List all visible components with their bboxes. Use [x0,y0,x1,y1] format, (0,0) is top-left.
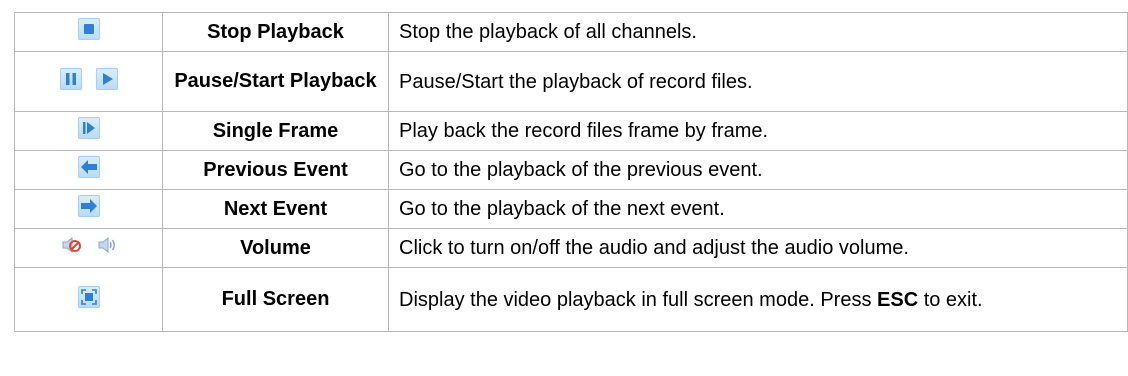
pause-icon[interactable] [59,67,82,90]
description-text: to exit. [918,288,983,311]
icon-cell [14,51,163,112]
next-event-icon[interactable] [77,195,100,217]
control-description: Display the video playback in full scree… [388,267,1128,332]
icon-cell [14,189,163,229]
icon-cell [14,111,163,151]
control-name: Previous Event [162,150,389,190]
icon-cell [14,150,163,190]
control-name: Full Screen [162,267,389,332]
table-row: Pause/Start Playback Pause/Start the pla… [14,51,1128,112]
table-row: Stop Playback Stop the playback of all c… [14,12,1128,52]
stop-icon[interactable] [77,18,100,40]
table-row: Single Frame Play back the record files … [14,111,1128,151]
table-row: Full Screen Display the video playback i… [14,267,1128,332]
control-name: Pause/Start Playback [162,51,389,112]
esc-key-label: ESC [877,288,919,311]
single-frame-icon[interactable] [77,117,100,139]
icon-cell [14,12,163,52]
control-description: Pause/Start the playback of record files… [388,51,1128,112]
description-text: Display the video playback in full scree… [399,288,878,311]
control-name: Next Event [162,189,389,229]
control-name: Single Frame [162,111,389,151]
control-description: Click to turn on/off the audio and adjus… [388,228,1128,268]
play-icon[interactable] [95,67,118,90]
volume-icon[interactable] [96,234,118,256]
table-row: Next Event Go to the playback of the nex… [14,189,1128,229]
icon-cell [14,267,163,332]
table-row: Volume Click to turn on/off the audio an… [14,228,1128,268]
control-name: Volume [162,228,389,268]
control-description: Go to the playback of the next event. [388,189,1128,229]
control-description: Play back the record files frame by fram… [388,111,1128,151]
control-name: Stop Playback [162,12,389,52]
table-row: Previous Event Go to the playback of the… [14,150,1128,190]
control-description: Stop the playback of all channels. [388,12,1128,52]
previous-event-icon[interactable] [77,156,100,178]
playback-controls-table: Stop Playback Stop the playback of all c… [14,12,1128,332]
icon-cell [14,228,163,268]
full-screen-icon[interactable] [77,285,100,308]
control-description: Go to the playback of the previous event… [388,150,1128,190]
mute-icon[interactable] [60,234,82,256]
